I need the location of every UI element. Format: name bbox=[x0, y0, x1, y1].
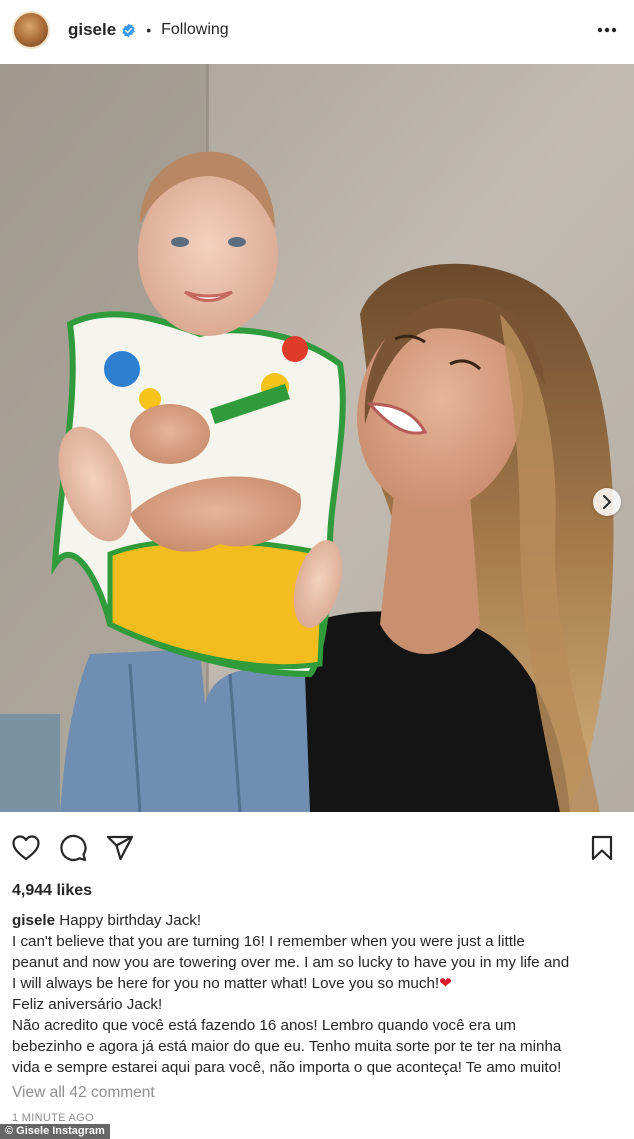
view-comments-link[interactable]: View all 42 comment bbox=[12, 1084, 155, 1102]
chevron-right-icon bbox=[603, 495, 612, 509]
more-options-icon[interactable] bbox=[592, 15, 622, 45]
caption-line: Não acredito que você está fazendo 16 an… bbox=[12, 1017, 517, 1034]
verified-badge-icon bbox=[122, 23, 135, 37]
post-timestamp: 1 MINUTE AGO bbox=[12, 1112, 94, 1124]
share-icon[interactable] bbox=[105, 833, 135, 863]
likes-count[interactable]: 4,944 likes bbox=[12, 882, 92, 900]
photo-illustration bbox=[0, 64, 634, 812]
username[interactable]: gisele bbox=[68, 20, 116, 40]
caption-line: vida e sempre estarei aqui para você, nã… bbox=[12, 1059, 562, 1076]
caption-line: I will always be here for you no matter … bbox=[12, 975, 440, 992]
caption-line: Feliz aniversário Jack! bbox=[12, 996, 163, 1013]
bookmark-icon[interactable] bbox=[587, 833, 617, 863]
post-photo[interactable] bbox=[0, 64, 634, 812]
comment-icon[interactable] bbox=[58, 833, 88, 863]
red-heart-emoji-icon: ❤ bbox=[439, 975, 452, 992]
caption-line: Happy birthday Jack! bbox=[59, 912, 202, 929]
heart-icon[interactable] bbox=[11, 833, 41, 863]
post-header: gisele • Following bbox=[0, 0, 634, 60]
next-slide-button[interactable] bbox=[593, 488, 621, 516]
separator-dot: • bbox=[146, 22, 152, 38]
photo-credit: © Gisele Instagram bbox=[0, 1124, 110, 1139]
following-button[interactable]: Following bbox=[161, 21, 229, 39]
avatar[interactable] bbox=[12, 11, 50, 49]
caption-username[interactable]: gisele bbox=[12, 912, 55, 929]
caption-line: I can't believe that you are turning 16!… bbox=[12, 933, 525, 950]
caption: gisele Happy birthday Jack! I can't beli… bbox=[12, 910, 624, 1078]
action-bar bbox=[0, 828, 634, 868]
caption-line: peanut and now you are towering over me.… bbox=[12, 954, 570, 971]
caption-line: bebezinho e agora já está maior do que e… bbox=[12, 1038, 562, 1055]
